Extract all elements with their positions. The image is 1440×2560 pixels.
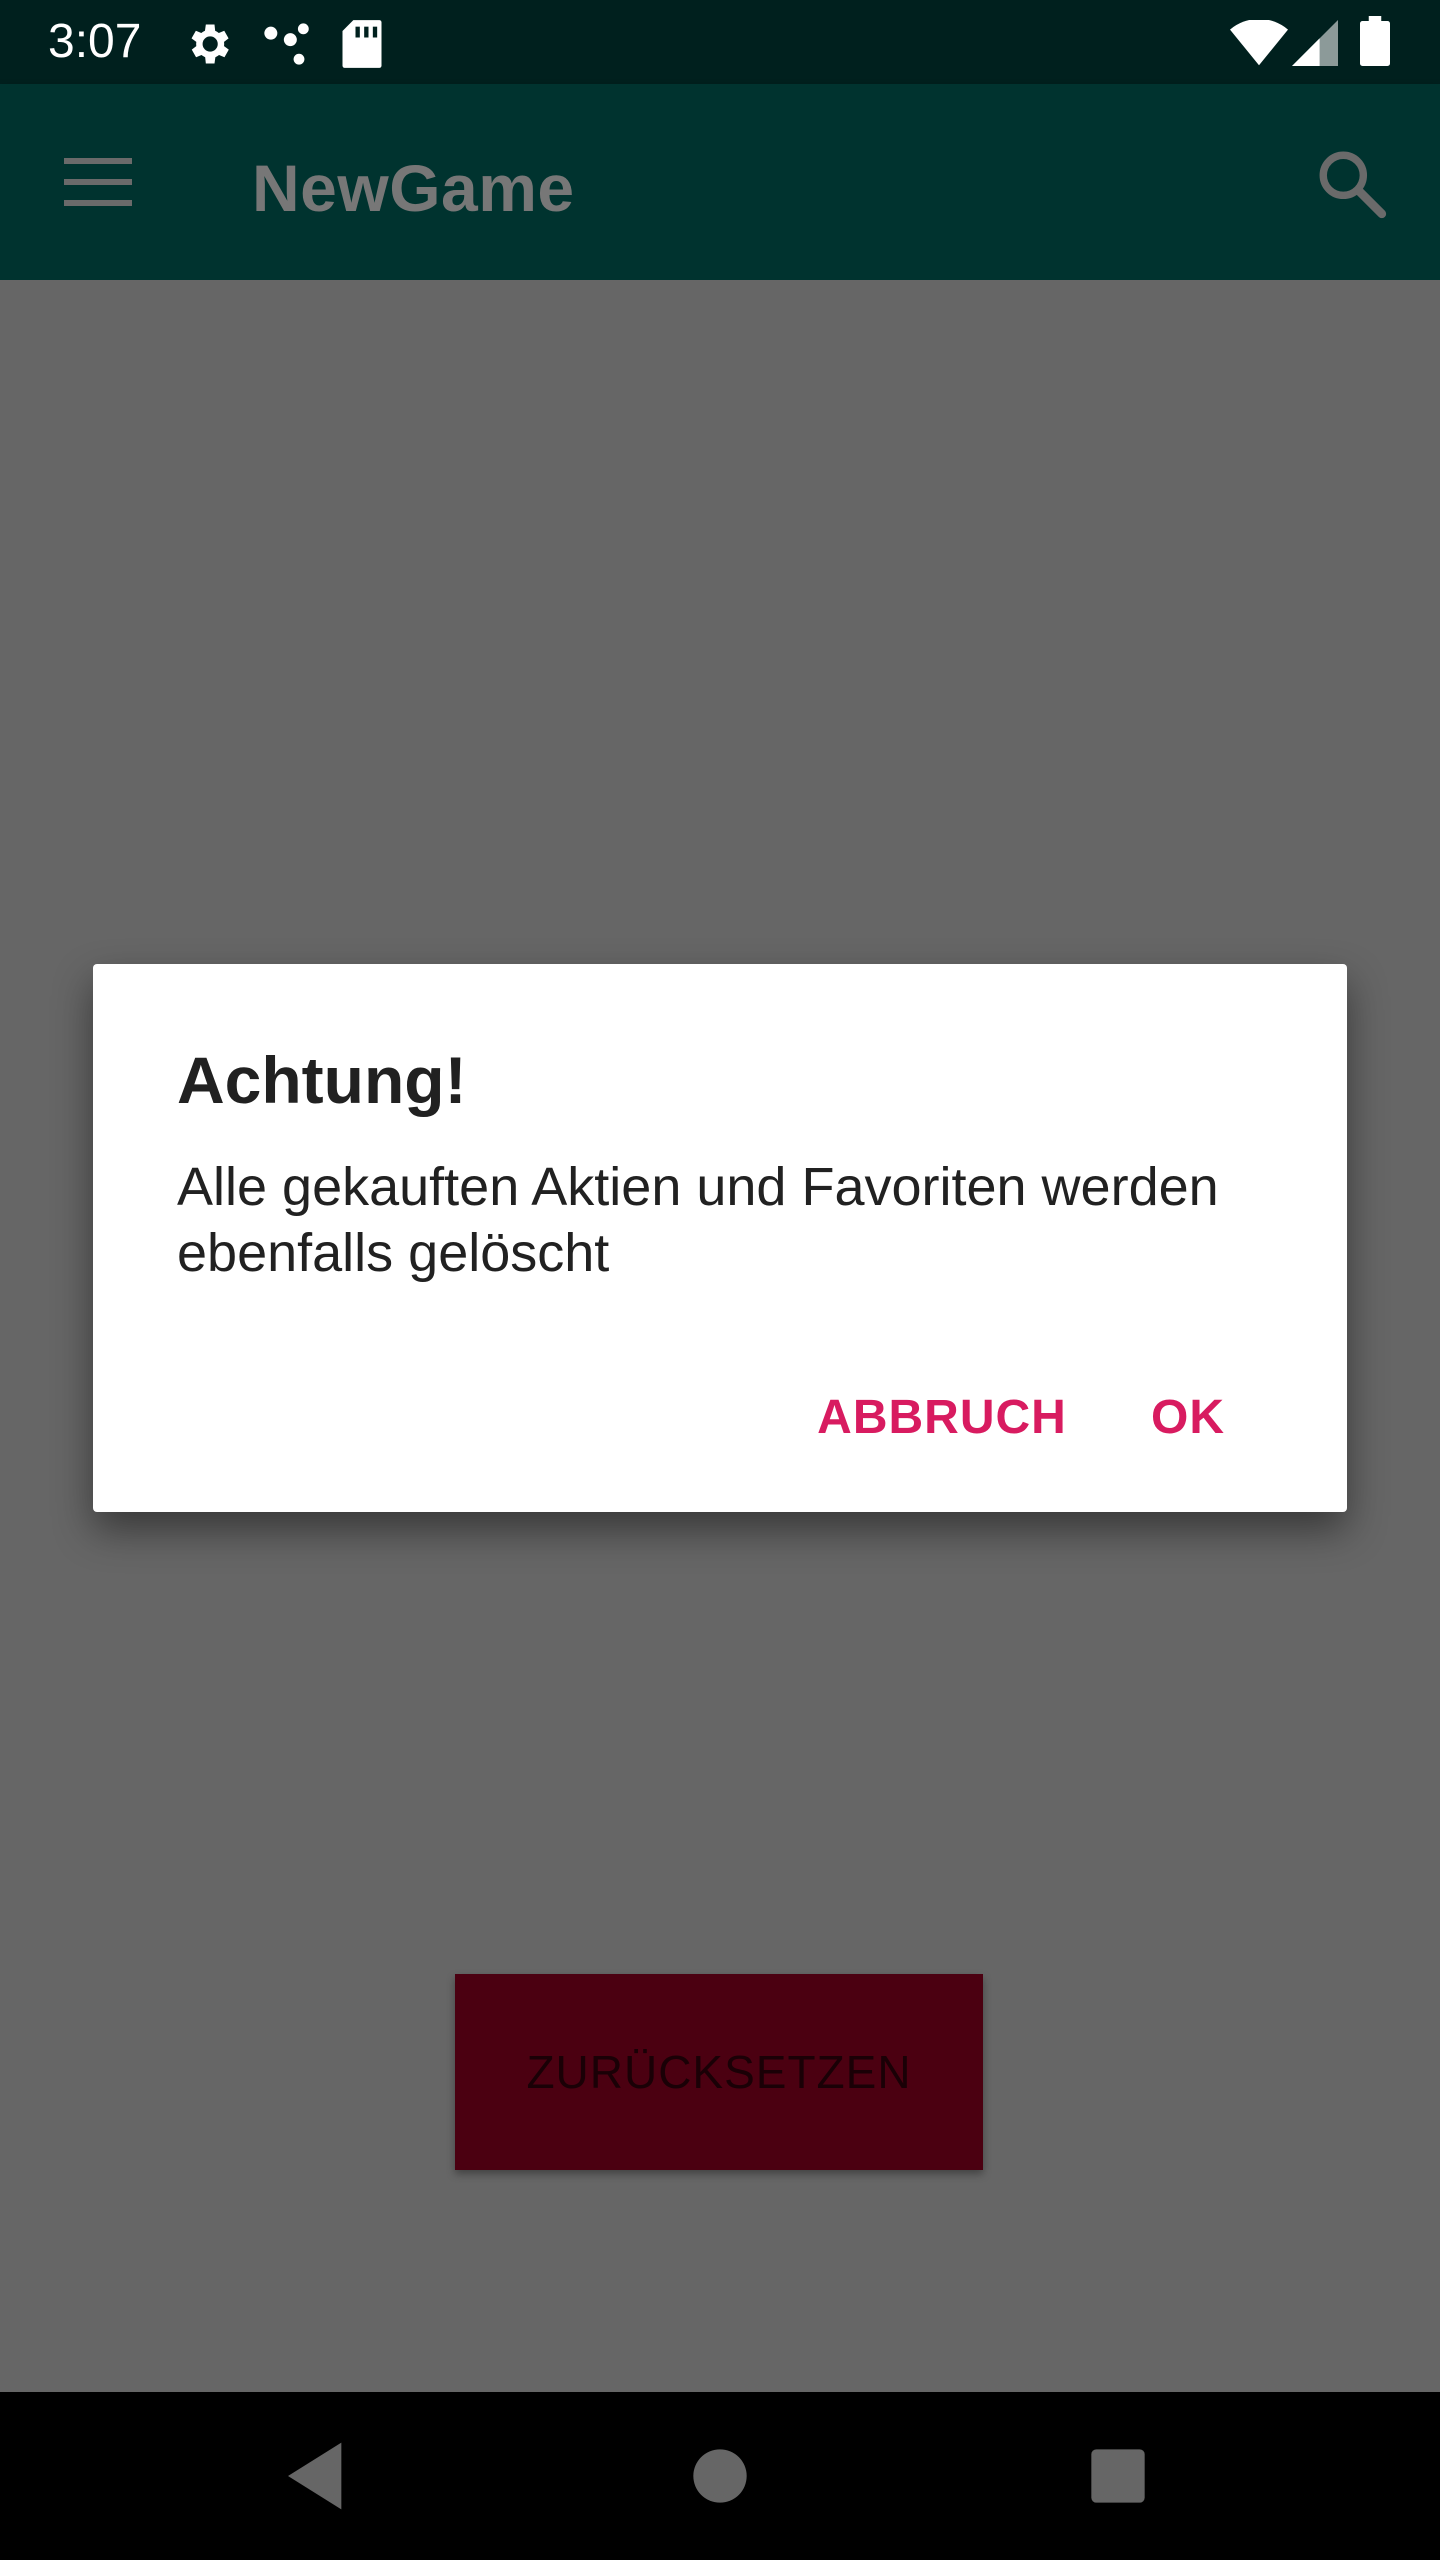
back-icon[interactable] (278, 2436, 358, 2516)
search-icon[interactable] (1314, 146, 1388, 220)
dots-icon (260, 18, 312, 75)
status-bar: 3:07 (0, 0, 1440, 84)
status-time: 3:07 (48, 15, 142, 68)
settings-icon (182, 18, 234, 75)
alert-dialog: Achtung! Alle gekauften Aktien und Favor… (93, 964, 1347, 1512)
wifi-icon (1230, 18, 1288, 71)
dialog-title: Achtung! (177, 1043, 467, 1117)
recents-icon[interactable] (1078, 2436, 1158, 2516)
home-icon[interactable] (680, 2436, 760, 2516)
navigation-bar (0, 2392, 1440, 2560)
reset-button[interactable]: ZURÜCKSETZEN (455, 1974, 983, 2170)
menu-icon[interactable] (64, 154, 132, 210)
sd-card-icon (340, 18, 384, 75)
app-title: NewGame (252, 151, 575, 225)
signal-icon (1292, 20, 1338, 71)
dialog-message: Alle gekauften Aktien und Favoriten werd… (177, 1157, 1219, 1283)
app-bar: NewGame (0, 84, 1440, 280)
battery-icon (1360, 16, 1390, 71)
ok-button[interactable]: OK (1143, 1374, 1233, 1460)
cancel-button[interactable]: ABBRUCH (807, 1374, 1077, 1460)
